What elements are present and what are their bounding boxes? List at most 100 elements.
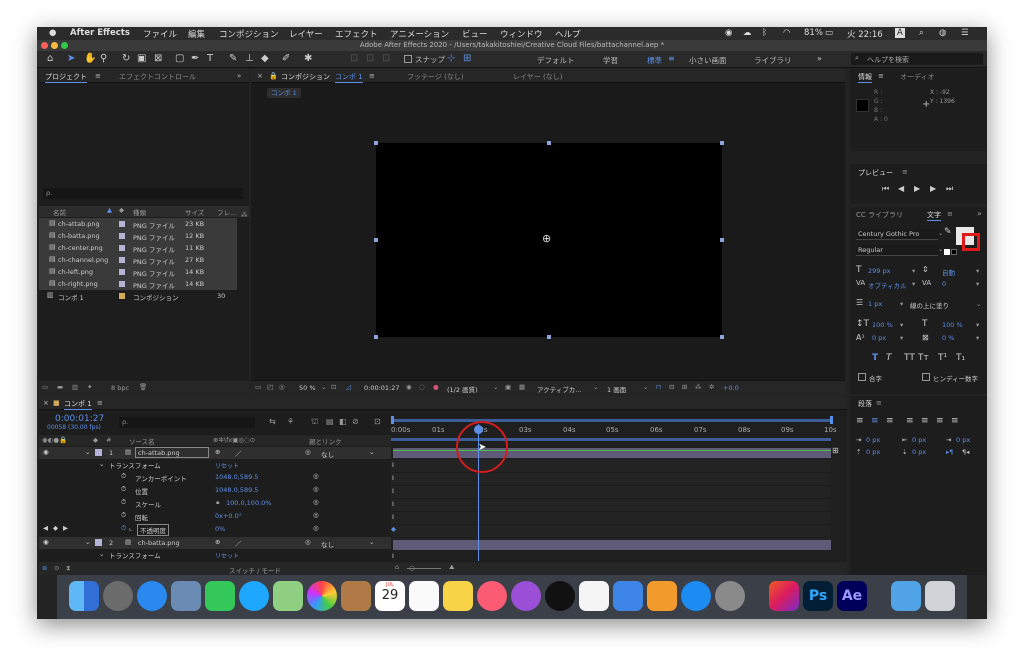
menu-view[interactable]: ビュー [462, 28, 488, 40]
bounding-handle[interactable] [547, 141, 551, 145]
reminders-icon[interactable] [409, 581, 439, 611]
tab-audio[interactable]: オーディオ [900, 72, 935, 82]
resolution-select[interactable]: (1/2 画質) [447, 384, 478, 394]
snap-edges-icon[interactable]: ⊞ [463, 53, 471, 64]
first-frame-icon[interactable]: ⏮ [882, 184, 889, 194]
label-swatch[interactable] [95, 539, 102, 546]
menu-layer[interactable]: レイヤー [289, 28, 323, 40]
chevron-down-icon[interactable]: ⌄ [976, 300, 981, 308]
align-right-icon[interactable]: ≡ [886, 416, 894, 426]
zoom-out-icon[interactable]: ⌂ [395, 563, 399, 571]
new-composition-icon[interactable]: ▥ [72, 383, 78, 391]
workspace-small-screen[interactable]: 小さい画面 [689, 55, 727, 66]
brush-tool-icon[interactable]: ✎ [229, 53, 237, 64]
vr-icon[interactable]: ◎ [279, 383, 285, 391]
all-caps-icon[interactable]: TT [904, 353, 915, 363]
stopwatch-icon[interactable]: ⏱ [121, 511, 126, 520]
menu-composition[interactable]: コンポジション [219, 28, 279, 40]
video-eye-icon[interactable]: ◉ [43, 448, 49, 456]
comp-menu-icon[interactable]: ≡ [369, 72, 375, 80]
pickwhip-icon[interactable]: ◎ [313, 472, 319, 480]
twirl-down-icon[interactable]: ⌄ [85, 448, 90, 456]
bounding-handle[interactable] [374, 141, 378, 145]
col-size[interactable]: サイズ [185, 207, 204, 217]
bounding-handle[interactable] [374, 238, 378, 242]
parent-select[interactable]: なし [321, 449, 334, 459]
chevron-down-icon[interactable]: ⌄ [938, 229, 943, 237]
interpret-footage-icon[interactable]: ▭ [42, 383, 48, 391]
tab-character[interactable]: 文字 [927, 210, 941, 221]
more-workspaces-icon[interactable]: » [817, 54, 822, 63]
creative-cloud-app-icon[interactable] [769, 581, 799, 611]
messages-icon[interactable] [239, 581, 269, 611]
stroke-color-swatch[interactable] [962, 233, 980, 251]
pickwhip-icon[interactable]: ◎ [313, 511, 319, 519]
bounding-handle[interactable] [720, 141, 724, 145]
paragraph-menu-icon[interactable]: ≡ [876, 399, 882, 407]
photoshop-icon[interactable]: Ps [803, 581, 833, 611]
flowchart-icon[interactable]: ⁂ [695, 383, 702, 391]
apple-tv-icon[interactable] [545, 581, 575, 611]
show-snapshot-icon[interactable]: ◌ [419, 383, 425, 391]
shy-icon[interactable]: ⛫ [311, 417, 318, 427]
info-menu-icon[interactable]: ≡ [878, 72, 884, 80]
tab-footage[interactable]: フッテージ (なし) [407, 72, 464, 82]
chevron-down-icon[interactable]: ▾ [976, 280, 979, 288]
selection-tool-icon[interactable]: ➤ [67, 53, 75, 64]
rectangle-tool-icon[interactable]: ▢ [175, 53, 184, 64]
col-frame[interactable]: フレ... [217, 207, 236, 217]
space-after-value[interactable]: 0 px [912, 448, 926, 456]
tab-info[interactable]: 情報 [858, 72, 872, 83]
anchor-point-icon[interactable]: ⊕ [542, 232, 551, 245]
faux-bold-icon[interactable]: T [872, 353, 878, 363]
clone-stamp-tool-icon[interactable]: ⊥ [245, 53, 254, 64]
tab-timeline-comp[interactable]: コンポ 1 [64, 399, 92, 410]
workspace-menu-icon[interactable]: ≡ [668, 54, 675, 63]
notes-icon[interactable] [443, 581, 473, 611]
roto-brush-tool-icon[interactable]: ✐ [282, 53, 290, 64]
chevron-down-icon[interactable]: ⌄ [369, 538, 374, 546]
property-value[interactable]: 100.0,100.0% [226, 499, 271, 507]
col-name[interactable]: 名前 [53, 207, 66, 217]
system-preferences-icon[interactable] [715, 581, 745, 611]
vertical-scale-value[interactable]: 100 % [872, 321, 893, 329]
small-caps-icon[interactable]: Tт [918, 353, 929, 363]
layer-name[interactable]: ch-batta.png [138, 539, 180, 547]
number-col-icon[interactable]: # [106, 436, 111, 444]
home-icon[interactable]: ⌂ [47, 53, 53, 64]
motion-blur-icon[interactable]: ◧ [339, 417, 347, 426]
tsume-value[interactable]: 0 % [942, 334, 954, 342]
menu-window[interactable]: ウィンドウ [500, 28, 543, 40]
justify-left-icon[interactable]: ≡ [906, 416, 914, 426]
pickwhip-icon[interactable]: ◎ [313, 485, 319, 493]
hindi-checkbox[interactable] [922, 373, 930, 381]
rotate-tool-icon[interactable]: ↻ [122, 53, 130, 64]
lock-icon[interactable]: 🔒 [269, 72, 278, 80]
layer-bar-2[interactable] [393, 540, 831, 550]
font-family-select[interactable]: Century Gothic Pro [856, 229, 938, 240]
zoom-slider-thumb[interactable]: ○ [409, 564, 415, 572]
spotlight-icon[interactable]: ⌕ [919, 28, 924, 38]
chevron-down-icon[interactable]: ▾ [900, 321, 903, 329]
tab-effect-controls[interactable]: エフェクトコントロール [119, 72, 196, 82]
menu-app-name[interactable]: After Effects [70, 28, 130, 38]
justify-all-icon[interactable]: ≡ [951, 416, 959, 426]
puppet-tool-icon[interactable]: ✱ [304, 53, 312, 64]
menu-file[interactable]: ファイル [143, 28, 177, 40]
composition-mini-flowchart-icon[interactable]: ⇆ [269, 417, 276, 426]
parent-select[interactable]: なし [321, 539, 334, 549]
transform-reset[interactable]: リセット [215, 551, 239, 560]
work-area-bar[interactable] [391, 419, 831, 422]
workspace-learn[interactable]: 学習 [603, 55, 618, 66]
rtl-direction-icon[interactable]: ¶◂ [962, 448, 969, 456]
snap-checkbox[interactable] [404, 55, 412, 63]
chevron-down-icon[interactable]: ▾ [976, 334, 979, 342]
stopwatch-icon[interactable]: ⏱ [121, 498, 126, 507]
list-item[interactable]: ▤ ch-batta.png PNG ファイル 12 KB [39, 230, 237, 242]
label-col-icon[interactable]: ◆ [119, 206, 124, 214]
list-item[interactable]: ▤ ch-attab.png PNG ファイル 23 KB [39, 218, 237, 230]
camera-select[interactable]: アクティブカ... [537, 384, 581, 394]
eyedropper-icon[interactable]: ✎ [944, 227, 952, 237]
transform-group[interactable]: ⌄ トランスフォーム リセット [39, 549, 391, 561]
layer-name[interactable]: ch-attab.png [135, 447, 209, 458]
